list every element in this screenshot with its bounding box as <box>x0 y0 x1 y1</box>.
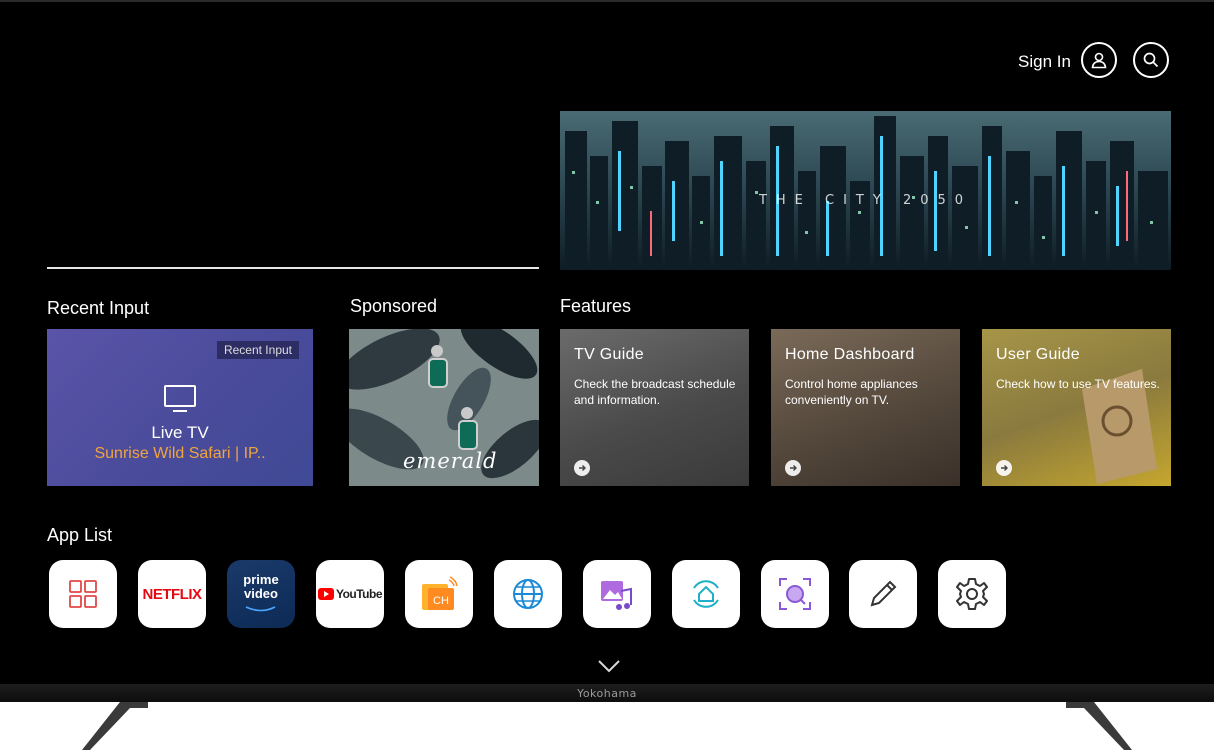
chevron-down-icon[interactable] <box>597 659 621 673</box>
recent-input-channel: Sunrise Wild Safari | IP.. <box>94 445 266 462</box>
tv-stand-left <box>82 702 148 750</box>
app-prime-video[interactable]: prime video <box>227 560 295 628</box>
app-edit[interactable] <box>849 560 917 628</box>
features-heading: Features <box>560 296 632 316</box>
feature-card-title: User Guide <box>996 346 1080 363</box>
hero-banner[interactable]: THE CITY 2050 <box>560 111 1171 270</box>
prime-video-logo: prime video <box>243 572 279 615</box>
camera-scan-icon <box>779 578 811 610</box>
youtube-logo: YouTube <box>317 587 383 601</box>
arrow-right-icon[interactable] <box>996 460 1012 476</box>
feature-card-tv-guide[interactable]: TV Guide Check the broadcast schedule an… <box>560 329 749 486</box>
edit-pencil-icon <box>870 580 897 607</box>
tv-frame: Sign In THE CITY 2050 Recent Input Spons… <box>0 0 1214 702</box>
feature-card-home-dashboard[interactable]: Home Dashboard Control home appliances c… <box>771 329 960 486</box>
channels-label: CH <box>433 595 449 607</box>
user-icon <box>1091 52 1107 69</box>
search-icon <box>1143 52 1159 68</box>
recent-input-card[interactable]: Recent Input Live TV Sunrise Wild Safari… <box>47 329 313 486</box>
web-browser-icon <box>513 579 543 609</box>
sponsored-card[interactable]: emerald <box>349 329 539 486</box>
apps-grid-icon <box>69 580 97 608</box>
recent-input-badge: Recent Input <box>216 341 299 359</box>
feature-card-description: Control home appliances conveniently on … <box>785 377 918 407</box>
arrow-right-icon[interactable] <box>785 460 801 476</box>
tv-icon <box>164 385 196 412</box>
channels-icon: CH <box>422 576 458 610</box>
city-skyline-image <box>565 116 1168 270</box>
sign-in-link[interactable]: Sign In <box>1018 52 1071 72</box>
app-home-hub[interactable] <box>672 560 740 628</box>
play-icon <box>317 588 334 600</box>
feature-card-description: Check how to use TV features. <box>996 377 1160 391</box>
youtube-label: YouTube <box>335 587 383 601</box>
feature-card-user-guide[interactable]: User Guide Check how to use TV features. <box>982 329 1171 486</box>
brand-logo: Yokohama <box>577 687 637 700</box>
sponsored-heading: Sponsored <box>350 296 438 316</box>
app-youtube[interactable]: YouTube <box>316 560 384 628</box>
app-netflix[interactable]: NETFLIX <box>138 560 206 628</box>
app-list-heading: App List <box>47 525 113 545</box>
app-web-browser[interactable] <box>494 560 562 628</box>
home-hub-icon <box>693 580 719 608</box>
prime-video-line2: video <box>244 586 278 601</box>
recent-input-heading: Recent Input <box>47 298 150 318</box>
netflix-logo: NETFLIX <box>142 585 203 603</box>
feature-card-title: Home Dashboard <box>785 346 915 363</box>
feature-card-title: TV Guide <box>574 346 644 363</box>
smile-arrow-icon <box>245 606 276 612</box>
app-settings[interactable] <box>938 560 1006 628</box>
profile-button[interactable] <box>1081 42 1117 78</box>
settings-gear-icon <box>956 578 988 610</box>
media-player-icon <box>601 581 632 610</box>
app-media-player[interactable] <box>583 560 651 628</box>
feature-card-description: Check the broadcast schedule and informa… <box>574 377 736 407</box>
app-all-apps[interactable] <box>49 560 117 628</box>
hero-title: THE CITY 2050 <box>758 193 973 208</box>
search-button[interactable] <box>1133 42 1169 78</box>
app-channels[interactable]: CH <box>405 560 473 628</box>
recent-input-label: Live TV <box>151 423 209 442</box>
prime-video-line1: prime <box>243 572 279 587</box>
app-camera-scan[interactable] <box>761 560 829 628</box>
tv-stand-right <box>1066 702 1132 750</box>
sponsored-caption: emerald <box>403 449 498 473</box>
progress-divider <box>47 267 539 269</box>
arrow-right-icon[interactable] <box>574 460 590 476</box>
tv-screen: Sign In THE CITY 2050 Recent Input Spons… <box>2 2 1212 686</box>
